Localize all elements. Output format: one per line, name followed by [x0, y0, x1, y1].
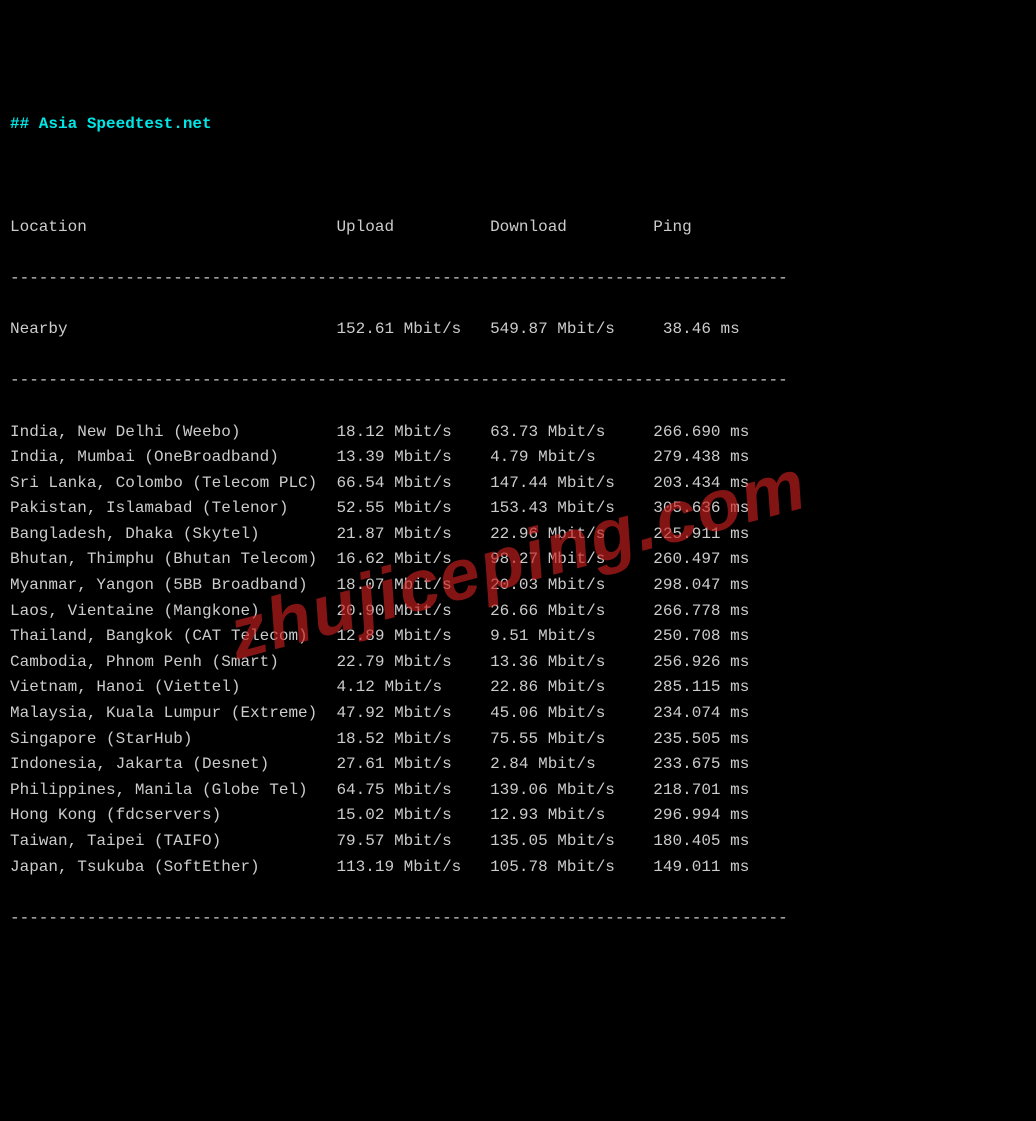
table-row: Taiwan, Taipei (TAIFO) 79.57 Mbit/s 135.…	[10, 829, 1026, 855]
table-row: India, New Delhi (Weebo) 18.12 Mbit/s 63…	[10, 420, 1026, 446]
table-row: Bangladesh, Dhaka (Skytel) 21.87 Mbit/s …	[10, 522, 1026, 548]
section-title: ## Asia Speedtest.net	[10, 112, 1026, 138]
table-row: Bhutan, Thimphu (Bhutan Telecom) 16.62 M…	[10, 547, 1026, 573]
table-row: Laos, Vientaine (Mangkone) 20.90 Mbit/s …	[10, 599, 1026, 625]
speedtest-rows: India, New Delhi (Weebo) 18.12 Mbit/s 63…	[10, 420, 1026, 881]
table-row: Philippines, Manila (Globe Tel) 64.75 Mb…	[10, 778, 1026, 804]
table-row: Indonesia, Jakarta (Desnet) 27.61 Mbit/s…	[10, 752, 1026, 778]
table-row: Singapore (StarHub) 18.52 Mbit/s 75.55 M…	[10, 727, 1026, 753]
table-row: Sri Lanka, Colombo (Telecom PLC) 66.54 M…	[10, 471, 1026, 497]
blank-line	[10, 164, 1026, 190]
table-row: Myanmar, Yangon (5BB Broadband) 18.07 Mb…	[10, 573, 1026, 599]
nearby-row: Nearby 152.61 Mbit/s 549.87 Mbit/s 38.46…	[10, 317, 1026, 343]
table-row: Vietnam, Hanoi (Viettel) 4.12 Mbit/s 22.…	[10, 675, 1026, 701]
header-row: Location Upload Download Ping	[10, 215, 1026, 241]
table-row: Hong Kong (fdcservers) 15.02 Mbit/s 12.9…	[10, 803, 1026, 829]
table-row: Japan, Tsukuba (SoftEther) 113.19 Mbit/s…	[10, 855, 1026, 881]
divider: ----------------------------------------…	[10, 266, 1026, 292]
table-row: Thailand, Bangkok (CAT Telecom) 12.89 Mb…	[10, 624, 1026, 650]
table-row: Pakistan, Islamabad (Telenor) 52.55 Mbit…	[10, 496, 1026, 522]
table-row: Malaysia, Kuala Lumpur (Extreme) 47.92 M…	[10, 701, 1026, 727]
divider: ----------------------------------------…	[10, 368, 1026, 394]
table-row: Cambodia, Phnom Penh (Smart) 22.79 Mbit/…	[10, 650, 1026, 676]
divider: ----------------------------------------…	[10, 906, 1026, 932]
table-row: India, Mumbai (OneBroadband) 13.39 Mbit/…	[10, 445, 1026, 471]
